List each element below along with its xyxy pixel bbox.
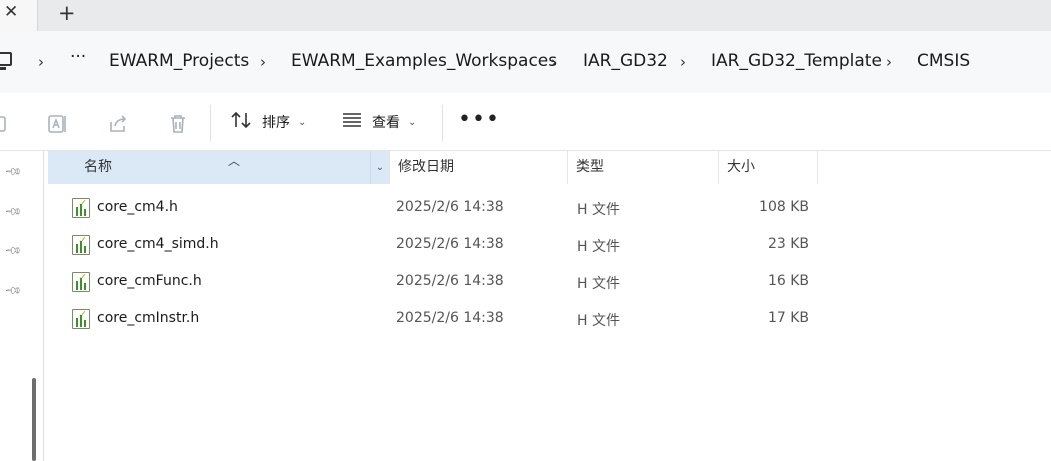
c-header-file-icon: ✓ xyxy=(72,272,90,292)
chevron-right-icon[interactable]: › xyxy=(260,53,266,71)
command-bar: 排序 ⌄ 查看 ⌄ ••• xyxy=(0,93,1051,151)
sort-icon xyxy=(230,110,252,135)
file-date: 2025/2/6 14:38 xyxy=(396,199,504,215)
file-name: core_cm4.h xyxy=(97,199,178,215)
c-header-file-icon: ✓ xyxy=(72,309,90,329)
file-name: core_cm4_simd.h xyxy=(97,236,219,252)
pin-icon[interactable]: 📌︎ xyxy=(3,202,23,222)
file-type: H 文件 xyxy=(577,202,620,218)
view-icon xyxy=(342,112,362,133)
file-name: core_cmFunc.h xyxy=(97,273,202,289)
toolbar-divider xyxy=(210,105,211,141)
file-row[interactable]: ✓ core_cm4_simd.h 2025/2/6 14:38 H 文件 23… xyxy=(48,226,848,263)
breadcrumb-item-ewarm-examples[interactable]: EWARM_Examples_Workspaces xyxy=(291,51,557,71)
breadcrumb-item-iar-gd32[interactable]: IAR_GD32 xyxy=(583,51,668,71)
breadcrumb-overflow[interactable]: ··· xyxy=(70,47,86,67)
file-size: 16 KB xyxy=(767,273,809,289)
file-row[interactable]: ✓ core_cmInstr.h 2025/2/6 14:38 H 文件 17 … xyxy=(48,300,848,337)
file-date: 2025/2/6 14:38 xyxy=(396,236,504,252)
close-icon[interactable]: ✕ xyxy=(4,4,18,21)
sort-button[interactable]: 排序 ⌄ xyxy=(230,110,306,134)
delete-icon[interactable] xyxy=(167,113,189,140)
file-type: H 文件 xyxy=(577,239,620,255)
sort-ascending-icon: ︿ xyxy=(228,154,241,168)
file-size: 108 KB xyxy=(759,199,809,215)
chevron-right-icon[interactable]: › xyxy=(551,53,557,71)
computer-icon[interactable] xyxy=(0,52,12,70)
file-date: 2025/2/6 14:38 xyxy=(396,273,504,289)
file-size: 17 KB xyxy=(767,310,809,326)
toolbar-divider xyxy=(442,105,443,141)
share-icon[interactable] xyxy=(107,113,129,140)
file-date: 2025/2/6 14:38 xyxy=(396,310,504,326)
pane-divider[interactable] xyxy=(43,151,44,461)
scrollbar-thumb[interactable] xyxy=(32,378,36,461)
navigation-pane: 📌︎ 📌︎ 📌︎ 📌︎ xyxy=(0,151,44,461)
chevron-right-icon[interactable]: › xyxy=(680,53,686,71)
view-label: 查看 xyxy=(372,115,400,131)
chevron-right-icon[interactable]: › xyxy=(38,53,44,71)
chevron-down-icon: ⌄ xyxy=(408,116,417,128)
c-header-file-icon: ✓ xyxy=(72,198,90,218)
column-header: 名称 ︿ ⌄ 修改日期 类型 大小 xyxy=(48,151,1051,184)
address-bar: › ··· EWARM_Projects › EWARM_Examples_Wo… xyxy=(0,31,1051,93)
active-tab[interactable]: ✕ xyxy=(0,0,38,31)
chevron-right-icon[interactable]: › xyxy=(886,53,892,71)
column-header-date[interactable]: 修改日期 xyxy=(389,151,567,184)
file-name: core_cmInstr.h xyxy=(97,310,200,326)
file-type: H 文件 xyxy=(577,313,620,329)
file-row[interactable]: ✓ core_cm4.h 2025/2/6 14:38 H 文件 108 KB xyxy=(48,189,848,226)
column-header-size[interactable]: 大小 xyxy=(718,151,818,184)
rename-icon[interactable] xyxy=(47,113,69,140)
column-header-name[interactable]: 名称 ︿ ⌄ xyxy=(48,151,389,184)
sort-label: 排序 xyxy=(262,115,290,131)
pin-icon[interactable]: 📌︎ xyxy=(3,241,23,261)
view-button[interactable]: 查看 ⌄ xyxy=(342,110,416,134)
chevron-down-icon: ⌄ xyxy=(298,116,307,128)
chevron-down-icon[interactable]: ⌄ xyxy=(370,151,389,184)
pin-icon[interactable]: 📌︎ xyxy=(3,162,23,182)
new-icon[interactable] xyxy=(0,113,6,138)
more-options-button[interactable]: ••• xyxy=(458,107,500,132)
new-tab-button[interactable]: + xyxy=(58,3,76,24)
breadcrumb-item-ewarm-projects[interactable]: EWARM_Projects xyxy=(109,51,249,71)
tab-strip: ✕ + xyxy=(0,0,1051,31)
pin-icon[interactable]: 📌︎ xyxy=(3,281,23,301)
column-header-type[interactable]: 类型 xyxy=(567,151,718,184)
file-size: 23 KB xyxy=(767,236,809,252)
c-header-file-icon: ✓ xyxy=(72,235,90,255)
breadcrumb[interactable]: › ··· EWARM_Projects › EWARM_Examples_Wo… xyxy=(0,31,1051,93)
file-row[interactable]: ✓ core_cmFunc.h 2025/2/6 14:38 H 文件 16 K… xyxy=(48,263,848,300)
breadcrumb-item-cmsis[interactable]: CMSIS xyxy=(917,51,970,71)
file-type: H 文件 xyxy=(577,276,620,292)
breadcrumb-item-iar-gd32-template[interactable]: IAR_GD32_Template xyxy=(711,51,882,71)
